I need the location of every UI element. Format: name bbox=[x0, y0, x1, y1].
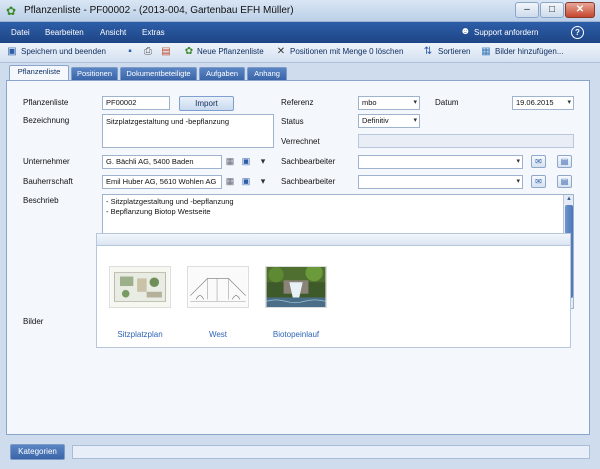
beschrieb-line: - Sitzplatzgestaltung und -bepflanzung bbox=[106, 197, 234, 206]
chevron-down-icon: ▾ bbox=[413, 117, 417, 124]
image-caption[interactable]: West bbox=[187, 330, 249, 339]
contact-card-icon[interactable]: ▤ bbox=[557, 155, 572, 168]
address-book-icon[interactable]: ▣ bbox=[239, 155, 253, 168]
bezeichnung-label: Bezeichnung bbox=[23, 116, 70, 125]
menu-bar: Datei Bearbeiten Ansicht Extras ☻ Suppor… bbox=[0, 22, 600, 43]
referenz-select[interactable]: mbo ▾ bbox=[358, 96, 420, 110]
unternehmer-field[interactable]: G. Bächli AG, 5400 Baden bbox=[102, 155, 222, 169]
sort-button[interactable]: Sortieren bbox=[438, 47, 470, 56]
datum-value: 19.06.2015 bbox=[516, 98, 554, 107]
bilder-gallery: Sitzplatzplan West Biotopeinlauf bbox=[96, 246, 571, 348]
support-request-link[interactable]: Support anfordern bbox=[474, 28, 539, 37]
status-select[interactable]: Definitiv ▾ bbox=[358, 114, 420, 128]
beschrieb-line: - Bepflanzung Biotop Westseite bbox=[106, 207, 211, 216]
sort-icon: ⇅ bbox=[423, 46, 433, 57]
pflanzenliste-label: Pflanzenliste bbox=[23, 98, 69, 107]
address-card-icon[interactable]: ▦ bbox=[223, 175, 237, 188]
referenz-label: Referenz bbox=[281, 98, 314, 107]
verrechnet-field bbox=[358, 134, 574, 148]
minimize-button[interactable]: – bbox=[515, 2, 539, 18]
status-label: Status bbox=[281, 117, 304, 126]
bauherrschaft-label: Bauherrschaft bbox=[23, 177, 73, 186]
title-bar: ✿ Pflanzenliste - PF00002 - (2013-004, G… bbox=[0, 0, 600, 22]
add-images-button[interactable]: Bilder hinzufügen... bbox=[495, 47, 564, 56]
mail-icon[interactable]: ✉ bbox=[531, 175, 546, 188]
chevron-down-icon: ▾ bbox=[413, 99, 417, 106]
print-icon[interactable]: ⎙ bbox=[142, 46, 154, 58]
address-card-icon[interactable]: ▦ bbox=[223, 155, 237, 168]
menu-bearbeiten[interactable]: Bearbeiten bbox=[45, 28, 84, 37]
datum-label: Datum bbox=[435, 98, 459, 107]
sachbearbeiter2-select[interactable]: ▾ bbox=[358, 175, 523, 189]
sachbearbeiter2-label: Sachbearbeiter bbox=[281, 177, 336, 186]
new-list-button[interactable]: Neue Pflanzenliste bbox=[197, 47, 264, 56]
person-icon: ☻ bbox=[460, 26, 471, 37]
delete-zero-button[interactable]: Positionen mit Menge 0 löschen bbox=[290, 47, 403, 56]
save-close-button[interactable]: Speichern und beenden bbox=[21, 47, 106, 56]
app-leaf-icon: ✿ bbox=[6, 4, 17, 18]
bezeichnung-field[interactable]: Sitzplatzgestaltung und -bepflanzung bbox=[102, 114, 274, 148]
image-caption[interactable]: Sitzplatzplan bbox=[109, 330, 171, 339]
bilder-label: Bilder bbox=[23, 317, 44, 326]
menu-ansicht[interactable]: Ansicht bbox=[100, 28, 126, 37]
menu-datei[interactable]: Datei bbox=[11, 28, 30, 37]
tab-anhang[interactable]: Anhang bbox=[247, 67, 287, 80]
datum-picker[interactable]: 19.06.2015 ▾ bbox=[512, 96, 574, 110]
address-book-icon[interactable]: ▣ bbox=[239, 175, 253, 188]
biotopeinlauf-thumbnail[interactable] bbox=[265, 266, 327, 308]
tab-strip: Pflanzenliste Positionen Dokumentbeteili… bbox=[0, 65, 600, 81]
mail-icon[interactable]: ✉ bbox=[531, 155, 546, 168]
toolbar: ▣ Speichern und beenden ▪ ⎙ ▤ ✿ Neue Pfl… bbox=[0, 43, 600, 63]
tab-aufgaben[interactable]: Aufgaben bbox=[199, 67, 245, 80]
image-caption[interactable]: Biotopeinlauf bbox=[265, 330, 327, 339]
bauherrschaft-field[interactable]: Emil Huber AG, 5610 Wohlen AG bbox=[102, 175, 222, 189]
import-button[interactable]: Import bbox=[179, 96, 234, 111]
export-icon[interactable]: ▤ bbox=[160, 46, 172, 58]
bilder-header bbox=[96, 233, 571, 246]
add-image-icon: ▦ bbox=[481, 46, 491, 57]
window-title: Pflanzenliste - PF00002 - (2013-004, Gar… bbox=[24, 5, 294, 16]
status-value: Definitiv bbox=[362, 116, 389, 125]
tab-dokumentbeteiligte[interactable]: Dokumentbeteiligte bbox=[120, 67, 197, 80]
sachbearbeiter-select[interactable]: ▾ bbox=[358, 155, 523, 169]
tab-positionen[interactable]: Positionen bbox=[71, 67, 118, 80]
chevron-down-icon: ▾ bbox=[567, 99, 571, 106]
verrechnet-label: Verrechnet bbox=[281, 137, 320, 146]
contact-card-icon[interactable]: ▤ bbox=[557, 175, 572, 188]
unternehmer-label: Unternehmer bbox=[23, 157, 70, 166]
maximize-button[interactable]: □ bbox=[540, 2, 564, 18]
save-icon[interactable]: ▪ bbox=[124, 46, 136, 58]
help-icon[interactable]: ? bbox=[571, 26, 584, 39]
sitzplatzplan-thumbnail[interactable] bbox=[109, 266, 171, 308]
delete-icon: ✕ bbox=[276, 46, 286, 57]
beschrieb-label: Beschrieb bbox=[23, 196, 59, 205]
bottom-bar: Kategorien bbox=[0, 438, 600, 469]
referenz-value: mbo bbox=[362, 98, 377, 107]
tab-pflanzenliste[interactable]: Pflanzenliste bbox=[9, 65, 69, 81]
chevron-down-icon[interactable]: ▾ bbox=[256, 175, 270, 188]
sachbearbeiter-label: Sachbearbeiter bbox=[281, 157, 336, 166]
menu-extras[interactable]: Extras bbox=[142, 28, 165, 37]
new-list-icon: ✿ bbox=[184, 46, 194, 57]
scroll-up-icon[interactable]: ▲ bbox=[564, 195, 574, 204]
kategorien-button[interactable]: Kategorien bbox=[10, 444, 65, 460]
chevron-down-icon: ▾ bbox=[516, 158, 520, 165]
chevron-down-icon: ▾ bbox=[516, 178, 520, 185]
status-bar-field bbox=[72, 445, 590, 459]
save-close-icon: ▣ bbox=[7, 46, 17, 57]
close-button[interactable]: ✕ bbox=[565, 2, 595, 18]
chevron-down-icon[interactable]: ▾ bbox=[256, 155, 270, 168]
west-thumbnail[interactable] bbox=[187, 266, 249, 308]
pflanzenliste-field[interactable]: PF00002 bbox=[102, 96, 170, 110]
